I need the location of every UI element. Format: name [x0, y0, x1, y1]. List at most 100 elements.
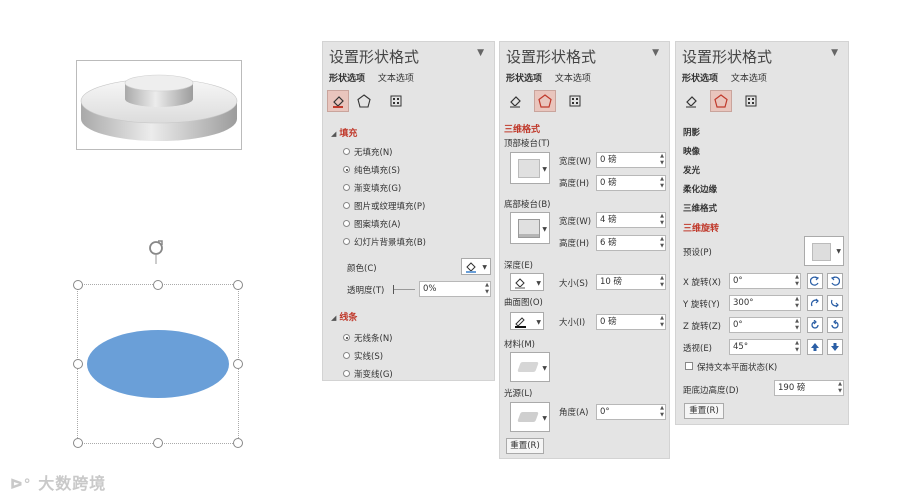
radio-no-line[interactable]	[343, 334, 350, 341]
rotate-up-y-icon[interactable]	[807, 295, 823, 311]
size-properties-icon[interactable]	[385, 90, 407, 112]
depth-size-input[interactable]: 10 磅 ▲ ▼	[596, 274, 666, 290]
section-reflection[interactable]: 映像	[683, 145, 700, 157]
spinner-arrows-icon[interactable]: ▲ ▼	[660, 213, 664, 227]
resize-handle-b[interactable]	[153, 438, 163, 448]
section-glow[interactable]: 发光	[683, 164, 700, 176]
z-rotation-input[interactable]: 0° ▲ ▼	[729, 317, 801, 333]
effects-pentagon-icon[interactable]	[710, 90, 732, 112]
lighting-picker[interactable]: ▼	[510, 402, 550, 432]
size-properties-icon[interactable]	[740, 90, 762, 112]
y-rotation-input[interactable]: 300° ▲ ▼	[729, 295, 801, 311]
resize-handle-bl[interactable]	[73, 438, 83, 448]
transparency-slider-thumb[interactable]	[393, 285, 394, 294]
size-properties-icon[interactable]	[564, 90, 586, 112]
spinner-arrows-icon[interactable]: ▲ ▼	[795, 296, 799, 310]
section-shadow[interactable]: 阴影	[683, 126, 700, 138]
depth-color-picker[interactable]: ▼	[510, 273, 544, 291]
distance-from-ground-input[interactable]: 190 磅 ▲ ▼	[774, 380, 844, 396]
spinner-arrows-icon[interactable]: ▲ ▼	[660, 405, 664, 419]
line-section-header[interactable]: ◢ 线条	[331, 310, 357, 323]
preset-preview-icon	[812, 243, 831, 261]
section-3d-format[interactable]: 三维格式	[683, 202, 717, 214]
radio-gradient-fill[interactable]	[343, 184, 350, 191]
reset-button[interactable]: 重置(R)	[684, 403, 724, 419]
fill-section-header[interactable]: ◢ 填充	[331, 126, 357, 139]
bottom-height-input[interactable]: 6 磅 ▲ ▼	[596, 235, 666, 251]
rotate-right-x-icon[interactable]	[827, 273, 843, 289]
perspective-decrease-icon[interactable]	[827, 339, 843, 355]
spinner-arrows-icon[interactable]: ▲ ▼	[660, 236, 664, 250]
radio-pattern-fill[interactable]	[343, 220, 350, 227]
rotate-ccw-z-icon[interactable]	[807, 317, 823, 333]
top-width-input[interactable]: 0 磅 ▲ ▼	[596, 152, 666, 168]
spinner-arrows-icon[interactable]: ▲ ▼	[795, 318, 799, 332]
contour-size-input[interactable]: 0 磅 ▲ ▼	[596, 314, 666, 330]
rotation-preset-picker[interactable]: ▼	[804, 236, 844, 266]
panel-menu-arrow-icon[interactable]: ▼	[831, 48, 838, 58]
tab-text-options[interactable]: 文本选项	[555, 74, 591, 84]
spinner-arrows-icon[interactable]: ▲ ▼	[838, 381, 842, 395]
bottom-bevel-picker[interactable]: ▼	[510, 212, 550, 244]
panel-menu-arrow-icon[interactable]: ▼	[652, 48, 659, 58]
section-soft-edges[interactable]: 柔化边缘	[683, 183, 717, 195]
top-bevel-picker[interactable]: ▼	[510, 152, 550, 184]
radio-picture-fill[interactable]	[343, 202, 350, 209]
fill-line-icon[interactable]	[504, 90, 526, 112]
radio-no-fill[interactable]	[343, 148, 350, 155]
tab-shape-options[interactable]: 形状选项	[682, 74, 718, 84]
tab-shape-options[interactable]: 形状选项	[329, 74, 365, 84]
fill-color-picker[interactable]: ▼	[461, 258, 491, 275]
section-3d-rotation[interactable]: 三维旋转	[683, 221, 719, 234]
effects-pentagon-icon[interactable]	[353, 90, 375, 112]
keep-text-flat-checkbox[interactable]	[685, 362, 693, 370]
fill-line-icon[interactable]	[680, 90, 702, 112]
resize-handle-tr[interactable]	[233, 280, 243, 290]
tab-shape-options[interactable]: 形状选项	[506, 74, 542, 84]
bottom-width-input[interactable]: 4 磅 ▲ ▼	[596, 212, 666, 228]
rotate-left-x-icon[interactable]	[807, 273, 823, 289]
spinner-arrows-icon[interactable]: ▲ ▼	[660, 275, 664, 289]
spinner-arrows-icon[interactable]: ▲ ▼	[485, 282, 489, 296]
fill-line-icon[interactable]	[327, 90, 349, 112]
rotate-down-y-icon[interactable]	[827, 295, 843, 311]
tab-text-options[interactable]: 文本选项	[731, 74, 767, 84]
material-picker[interactable]: ▼	[510, 352, 550, 382]
top-height-input[interactable]: 0 磅 ▲ ▼	[596, 175, 666, 191]
radio-slide-background-fill[interactable]	[343, 238, 350, 245]
effects-pentagon-icon[interactable]	[534, 90, 556, 112]
pen-color-icon	[515, 317, 526, 328]
resize-handle-br[interactable]	[233, 438, 243, 448]
bottom-bevel-label: 底部棱台(B)	[504, 200, 551, 210]
transparency-slider-track[interactable]	[393, 289, 415, 290]
perspective-input[interactable]: 45° ▲ ▼	[729, 339, 801, 355]
rotate-handle-icon[interactable]	[145, 238, 167, 267]
tab-text-options[interactable]: 文本选项	[378, 74, 414, 84]
spinner-arrows-icon[interactable]: ▲ ▼	[660, 153, 664, 167]
label-pattern-fill: 图案填充(A)	[354, 220, 401, 230]
spinner-arrows-icon[interactable]: ▲ ▼	[660, 315, 664, 329]
resize-handle-t[interactable]	[153, 280, 163, 290]
y-rotation-label: Y 旋转(Y)	[683, 300, 720, 310]
angle-input[interactable]: 0° ▲ ▼	[596, 404, 666, 420]
resize-handle-tl[interactable]	[73, 280, 83, 290]
radio-gradient-line[interactable]	[343, 370, 350, 377]
perspective-increase-icon[interactable]	[807, 339, 823, 355]
blue-ellipse[interactable]	[78, 285, 238, 443]
radio-solid-line[interactable]	[343, 352, 350, 359]
reset-button[interactable]: 重置(R)	[506, 438, 544, 454]
spinner-arrows-icon[interactable]: ▲ ▼	[795, 340, 799, 354]
rotate-cw-z-icon[interactable]	[827, 317, 843, 333]
contour-color-picker[interactable]: ▼	[510, 312, 544, 330]
watermark-logo-icon: ᐅ°	[10, 477, 32, 493]
top-width-label: 宽度(W)	[559, 157, 592, 167]
radio-solid-fill[interactable]	[343, 166, 350, 173]
spinner-arrows-icon[interactable]: ▲ ▼	[660, 176, 664, 190]
resize-handle-r[interactable]	[233, 359, 243, 369]
x-rotation-input[interactable]: 0° ▲ ▼	[729, 273, 801, 289]
3d-disc-shape	[80, 74, 238, 141]
transparency-input[interactable]: 0% ▲ ▼	[419, 281, 491, 297]
resize-handle-l[interactable]	[73, 359, 83, 369]
spinner-arrows-icon[interactable]: ▲ ▼	[795, 274, 799, 288]
panel-menu-arrow-icon[interactable]: ▼	[477, 48, 484, 58]
